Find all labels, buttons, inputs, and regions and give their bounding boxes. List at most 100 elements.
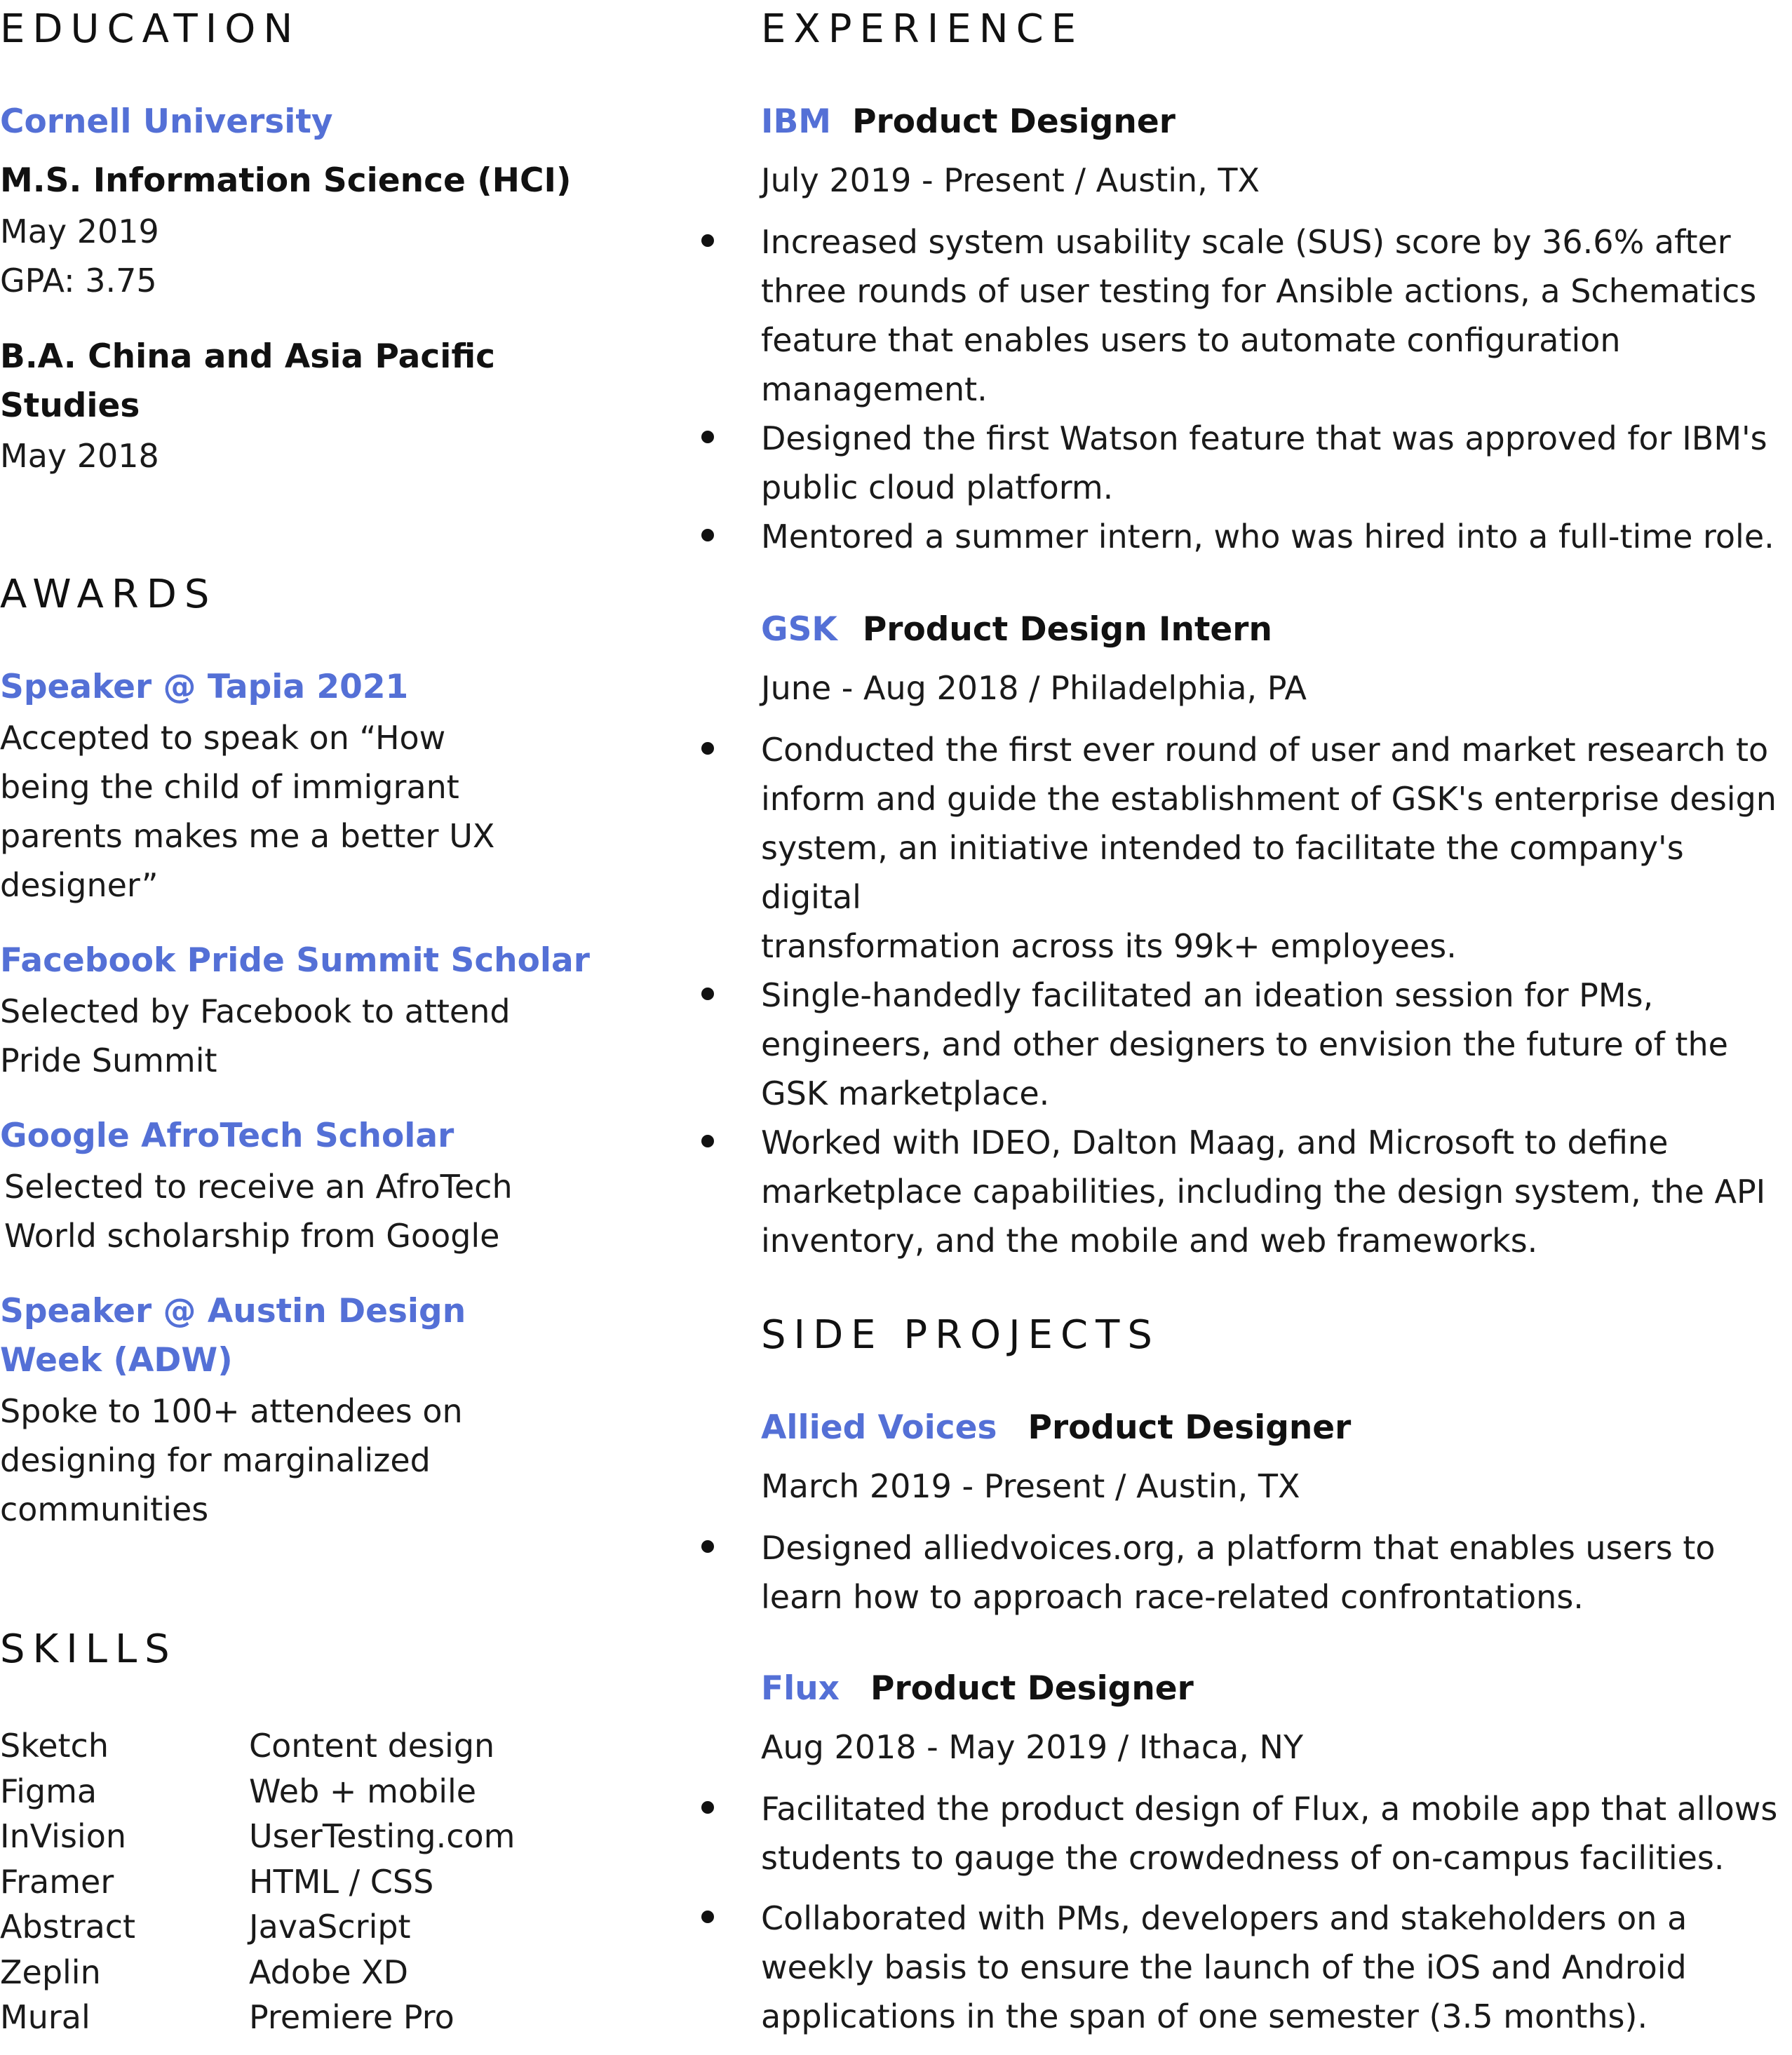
bullet-line: GSK marketplace. bbox=[761, 1074, 1050, 1112]
degree-title: M.S. Information Science (HCI) bbox=[0, 161, 572, 200]
bullet-item: Collaborated with PMs, developers and st… bbox=[701, 1894, 1792, 2041]
bullet-line: Mentored a summer intern, who was hired … bbox=[761, 518, 1774, 555]
award-desc: Pride Summit bbox=[0, 1042, 217, 1079]
award-desc: Spoke to 100+ attendees on bbox=[0, 1392, 463, 1430]
job-company: GSK bbox=[761, 610, 837, 649]
job-header: GSK Product Design Intern bbox=[761, 613, 1272, 646]
skill-item: Framer bbox=[0, 1862, 114, 1901]
bullet-line: marketplace capabilities, including the … bbox=[761, 1173, 1766, 1211]
degree-date: May 2018 bbox=[0, 437, 159, 475]
skill-item: Adobe XD bbox=[249, 1953, 409, 1991]
skills-heading: SKILLS bbox=[0, 1626, 177, 1672]
award-title: Facebook Pride Summit Scholar bbox=[0, 941, 590, 980]
award-desc: designer” bbox=[0, 866, 159, 904]
project-name: Allied Voices bbox=[761, 1408, 997, 1447]
awards-heading: AWARDS bbox=[0, 572, 217, 617]
job-role: Product Design Intern bbox=[862, 610, 1272, 649]
bullet-line: learn how to approach race-related confr… bbox=[761, 1578, 1584, 1616]
education-heading: EDUCATION bbox=[0, 6, 301, 52]
bullet-line: Conducted the first ever round of user a… bbox=[761, 731, 1769, 769]
skill-item: Zeplin bbox=[0, 1953, 101, 1991]
bullet-dot bbox=[701, 529, 714, 541]
project-header: Flux Product Designer bbox=[761, 1672, 1194, 1705]
skill-item: Web + mobile bbox=[249, 1772, 477, 1810]
award-desc: communities bbox=[0, 1490, 209, 1528]
job-header: IBM Product Designer bbox=[761, 105, 1175, 138]
award-title-cont: Week (ADW) bbox=[0, 1341, 233, 1380]
award-desc: World scholarship from Google bbox=[4, 1217, 500, 1255]
bullet-line: Designed alliedvoices.org, a platform th… bbox=[761, 1529, 1716, 1567]
award-desc: parents makes me a better UX bbox=[0, 817, 495, 855]
bullet-line: Designed the first Watson feature that w… bbox=[761, 419, 1767, 457]
project-role: Product Designer bbox=[1028, 1408, 1352, 1447]
job-role: Product Designer bbox=[852, 102, 1175, 141]
bullet-item: Designed alliedvoices.org, a platform th… bbox=[701, 1523, 1792, 1622]
bullet-line: Worked with IDEO, Dalton Maag, and Micro… bbox=[761, 1124, 1669, 1161]
award-desc: Selected to receive an AfroTech bbox=[4, 1168, 513, 1206]
bullet-line: inform and guide the establishment of GS… bbox=[761, 780, 1777, 818]
bullet-dot bbox=[701, 431, 714, 443]
bullet-item: Worked with IDEO, Dalton Maag, and Micro… bbox=[701, 1118, 1792, 1265]
job-meta: July 2019 - Present / Austin, TX bbox=[761, 161, 1260, 199]
bullet-line: inventory, and the mobile and web framew… bbox=[761, 1222, 1538, 1260]
bullet-item: Facilitated the product design of Flux, … bbox=[701, 1784, 1792, 1882]
award-desc: Selected by Facebook to attend bbox=[0, 992, 511, 1030]
bullet-dot bbox=[701, 234, 714, 247]
bullet-line: weekly basis to ensure the launch of the… bbox=[761, 1948, 1687, 1986]
degree-title: B.A. China and Asia Pacific bbox=[0, 337, 496, 376]
skill-item: UserTesting.com bbox=[249, 1817, 516, 1855]
bullet-line: Increased system usability scale (SUS) s… bbox=[761, 223, 1731, 261]
degree-date: May 2019 bbox=[0, 213, 159, 250]
bullet-line: transformation across its 99k+ employees… bbox=[761, 927, 1457, 965]
bullet-item: Single-handedly facilitated an ideation … bbox=[701, 971, 1792, 1118]
bullet-line: applications in the span of one semester… bbox=[761, 1997, 1648, 2035]
project-header: Allied Voices Product Designer bbox=[761, 1411, 1351, 1444]
side-projects-heading: SIDE PROJECTS bbox=[761, 1312, 1160, 1358]
project-bullets: Facilitated the product design of Flux, … bbox=[701, 1784, 1792, 2041]
project-name: Flux bbox=[761, 1669, 840, 1708]
skill-item: Abstract bbox=[0, 1908, 136, 1946]
skill-item: InVision bbox=[0, 1817, 127, 1855]
bullet-item: Mentored a summer intern, who was hired … bbox=[701, 512, 1792, 561]
bullet-line: system, an initiative intended to facili… bbox=[761, 829, 1684, 916]
skills-list-1: Sketch Figma InVision Framer Abstract Ze… bbox=[0, 1723, 135, 2040]
skill-item: JavaScript bbox=[249, 1908, 411, 1946]
project-meta: Aug 2018 - May 2019 / Ithaca, NY bbox=[761, 1728, 1304, 1766]
job-bullets: Increased system usability scale (SUS) s… bbox=[701, 217, 1792, 561]
bullet-item: Conducted the first ever round of user a… bbox=[701, 725, 1792, 971]
skill-item: Mural bbox=[0, 1998, 90, 2036]
bullet-line: feature that enables users to automate c… bbox=[761, 321, 1621, 359]
bullet-line: engineers, and other designers to envisi… bbox=[761, 1025, 1728, 1063]
award-desc: being the child of immigrant bbox=[0, 768, 459, 806]
award-title: Speaker @ Austin Design bbox=[0, 1292, 466, 1330]
bullet-dot bbox=[701, 1911, 714, 1923]
project-bullets: Designed alliedvoices.org, a platform th… bbox=[701, 1523, 1792, 1622]
award-desc: Accepted to speak on “How bbox=[0, 719, 446, 757]
skill-item: Content design bbox=[249, 1727, 495, 1765]
bullet-line: management. bbox=[761, 370, 988, 408]
bullet-dot bbox=[701, 742, 714, 755]
bullet-dot bbox=[701, 988, 714, 1000]
award-title: Speaker @ Tapia 2021 bbox=[0, 668, 409, 706]
bullet-line: Single-handedly facilitated an ideation … bbox=[761, 976, 1654, 1014]
bullet-item: Increased system usability scale (SUS) s… bbox=[701, 217, 1792, 414]
bullet-line: three rounds of user testing for Ansible… bbox=[761, 272, 1757, 310]
bullet-item: Designed the first Watson feature that w… bbox=[701, 414, 1792, 512]
job-bullets: Conducted the first ever round of user a… bbox=[701, 725, 1792, 1265]
degree-title-cont: Studies bbox=[0, 386, 140, 425]
bullet-line: Facilitated the product design of Flux, … bbox=[761, 1790, 1778, 1828]
job-company: IBM bbox=[761, 102, 832, 141]
job-meta: June - Aug 2018 / Philadelphia, PA bbox=[761, 669, 1307, 707]
experience-heading: EXPERIENCE bbox=[761, 6, 1084, 52]
award-desc: designing for marginalized bbox=[0, 1441, 431, 1479]
award-title: Google AfroTech Scholar bbox=[0, 1117, 454, 1155]
bullet-line: Collaborated with PMs, developers and st… bbox=[761, 1899, 1687, 1937]
education-school: Cornell University bbox=[0, 102, 333, 141]
bullet-dot bbox=[701, 1135, 714, 1147]
bullet-line: students to gauge the crowdedness of on-… bbox=[761, 1839, 1725, 1877]
degree-gpa: GPA: 3.75 bbox=[0, 262, 157, 299]
skills-list-2: Content design Web + mobile UserTesting.… bbox=[249, 1723, 515, 2040]
bullet-line: public cloud platform. bbox=[761, 469, 1114, 506]
skill-item: Figma bbox=[0, 1772, 97, 1810]
skill-item: Premiere Pro bbox=[249, 1998, 454, 2036]
